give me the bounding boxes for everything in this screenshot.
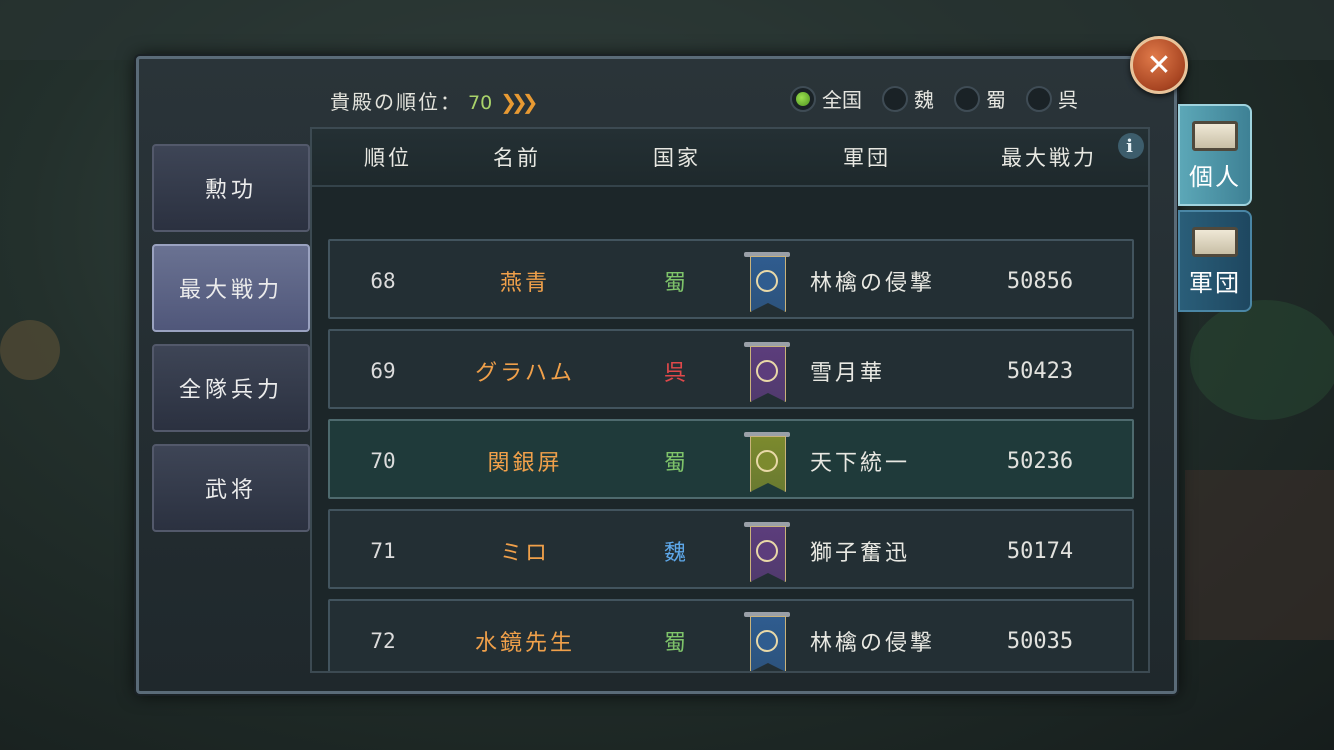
- row-max-power: 50423: [1006, 358, 1074, 384]
- category-merit[interactable]: 勲功: [152, 144, 310, 232]
- table-row[interactable]: 69 グラハム 呉 雪月華 50423: [328, 329, 1134, 409]
- rank-value: 70: [468, 92, 493, 114]
- jump-to-rank-icon[interactable]: ❯❯❯: [500, 90, 538, 114]
- row-country: 蜀: [663, 271, 686, 296]
- my-rank-display: 貴殿の順位： 70 ❯❯❯: [330, 86, 539, 115]
- row-max-power: 50236: [1006, 448, 1074, 474]
- row-rank: 71: [370, 539, 396, 563]
- mode-tabs: 個人 軍団: [1178, 104, 1252, 316]
- tab-legion[interactable]: 軍団: [1178, 210, 1252, 312]
- category-total-troops[interactable]: 全隊兵力: [152, 344, 310, 432]
- radio-icon[interactable]: [1026, 85, 1052, 112]
- row-player-name[interactable]: 関銀屏: [440, 421, 610, 501]
- row-player-name[interactable]: グラハム: [440, 331, 610, 411]
- category-sidebar: 勲功 最大戦力 全隊兵力 武将: [152, 144, 310, 544]
- tab-label: 個人: [1189, 163, 1241, 191]
- row-max-power: 50035: [1006, 628, 1074, 654]
- row-country: 蜀: [663, 451, 686, 476]
- column-legion: 軍団: [843, 146, 891, 170]
- scroll-icon: [1192, 227, 1238, 257]
- row-max-power: 50174: [1006, 538, 1074, 564]
- row-player-name[interactable]: 燕青: [440, 241, 610, 321]
- column-country: 国家: [653, 146, 701, 170]
- row-country: 呉: [663, 361, 686, 386]
- radio-icon[interactable]: [790, 85, 816, 112]
- row-legion: 獅子奮迅: [810, 541, 911, 566]
- legion-banner-icon: [742, 421, 792, 501]
- filter-label: 魏: [914, 88, 934, 112]
- radio-icon[interactable]: [954, 85, 980, 112]
- row-country: 魏: [663, 541, 686, 566]
- row-legion: 雪月華: [810, 361, 886, 386]
- legion-banner-icon: [742, 331, 792, 411]
- row-country: 蜀: [663, 631, 686, 656]
- row-max-power: 50856: [1006, 268, 1074, 294]
- table-row[interactable]: 71 ミロ 魏 獅子奮迅 50174: [328, 509, 1134, 589]
- filter-label: 蜀: [986, 88, 1006, 112]
- category-max-power[interactable]: 最大戦力: [152, 244, 310, 332]
- row-legion: 天下統一: [810, 451, 911, 476]
- background-lantern: [0, 320, 60, 380]
- row-rank: 68: [370, 269, 396, 293]
- table-row[interactable]: 72 水鏡先生 蜀 林檎の侵撃 50035: [328, 599, 1134, 671]
- tab-personal[interactable]: 個人: [1178, 104, 1252, 206]
- filter-label: 全国: [822, 88, 862, 112]
- row-legion: 林檎の侵撃: [810, 631, 936, 656]
- background-tower: [1185, 470, 1334, 640]
- table-row[interactable]: 70 関銀屏 蜀 天下統一 50236: [328, 419, 1134, 499]
- row-rank: 70: [370, 449, 396, 473]
- column-rank: 順位: [364, 146, 412, 170]
- legion-banner-icon: [742, 241, 792, 321]
- row-rank: 69: [370, 359, 396, 383]
- radio-icon[interactable]: [882, 85, 908, 112]
- nation-filter: 全国 魏 蜀 呉: [790, 84, 1092, 113]
- filter-shu[interactable]: 蜀: [954, 84, 1006, 113]
- rank-label: 貴殿の順位：: [330, 90, 462, 114]
- row-rank: 72: [370, 629, 396, 653]
- close-button[interactable]: ✕: [1130, 36, 1188, 94]
- filter-label: 呉: [1058, 88, 1078, 112]
- tab-label: 軍団: [1189, 269, 1241, 297]
- category-generals[interactable]: 武将: [152, 444, 310, 532]
- filter-wei[interactable]: 魏: [882, 84, 934, 113]
- row-player-name[interactable]: 水鏡先生: [440, 601, 610, 671]
- ranking-table[interactable]: 順位 名前 国家 軍団 最大戦力 i 67ブラッグハタ蜀林檎の侵撃5104568…: [310, 127, 1150, 673]
- info-icon[interactable]: i: [1118, 133, 1144, 159]
- column-name: 名前: [493, 146, 541, 170]
- table-header: 順位 名前 国家 軍団 最大戦力 i: [312, 129, 1148, 187]
- row-player-name[interactable]: ミロ: [440, 511, 610, 591]
- row-legion: 林檎の侵撃: [810, 271, 936, 296]
- background-tree: [1190, 300, 1334, 420]
- legion-banner-icon: [742, 511, 792, 591]
- legion-banner-icon: [742, 601, 792, 671]
- scroll-icon: [1192, 121, 1238, 151]
- column-max-power: 最大戦力: [1001, 146, 1097, 170]
- filter-all[interactable]: 全国: [790, 84, 862, 113]
- table-row[interactable]: 68 燕青 蜀 林檎の侵撃 50856: [328, 239, 1134, 319]
- filter-wu[interactable]: 呉: [1026, 84, 1078, 113]
